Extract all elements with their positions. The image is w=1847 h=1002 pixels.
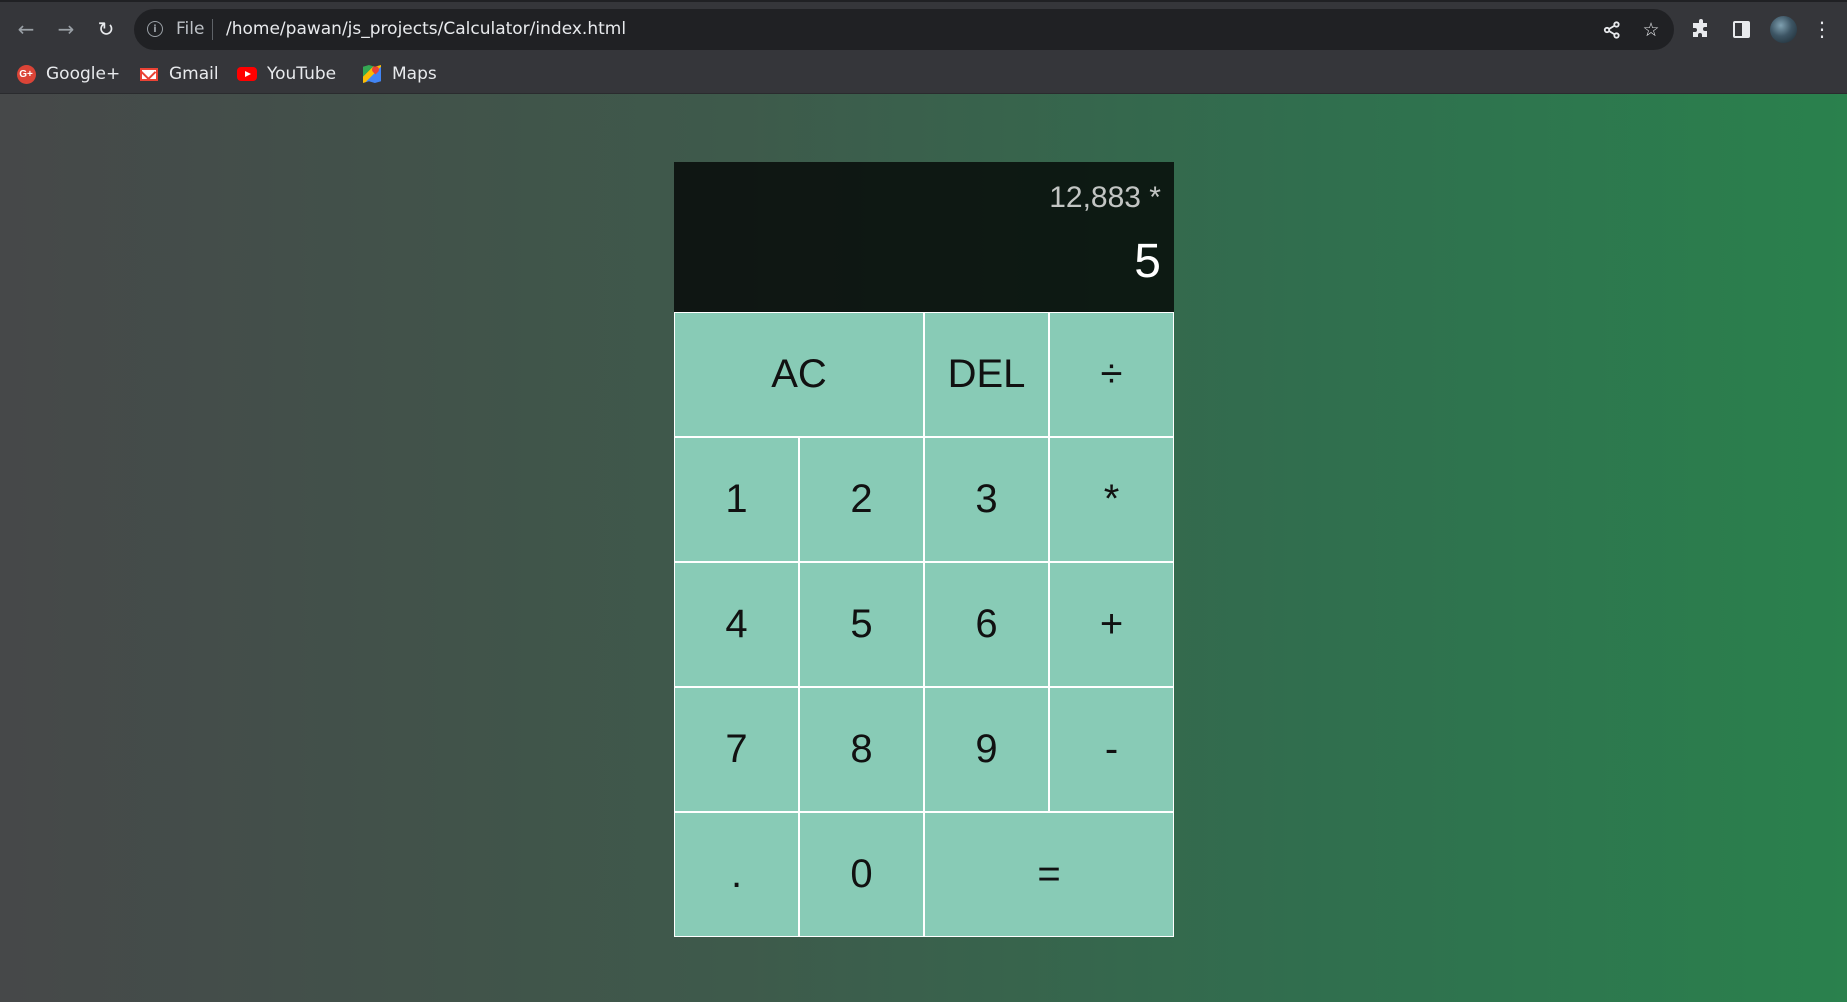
reload-icon[interactable]: ↻: [92, 15, 120, 43]
site-info-icon[interactable]: i: [147, 21, 163, 37]
page-viewport: 12,883 * 5 AC DEL ÷ 1 2 3 * 4 5 6 + 7 8 …: [0, 94, 1847, 1002]
back-arrow-icon[interactable]: ←: [12, 15, 40, 43]
digit-6-button[interactable]: 6: [924, 562, 1049, 687]
url-scheme-label: File: [176, 19, 205, 39]
subtract-button[interactable]: -: [1049, 687, 1174, 812]
bookmarks-bar: G+ Google+ Gmail YouTube Maps: [0, 54, 1847, 94]
bookmark-gmail[interactable]: Gmail: [139, 59, 219, 89]
delete-button[interactable]: DEL: [924, 312, 1049, 437]
digit-7-button[interactable]: 7: [674, 687, 799, 812]
calculator-display: 12,883 * 5: [674, 162, 1174, 312]
gmail-icon: [140, 67, 158, 81]
digit-0-button[interactable]: 0: [799, 812, 924, 937]
bookmark-star-icon[interactable]: ☆: [1638, 17, 1664, 43]
digit-3-button[interactable]: 3: [924, 437, 1049, 562]
all-clear-button[interactable]: AC: [674, 312, 924, 437]
profile-avatar[interactable]: [1770, 16, 1797, 43]
address-bar[interactable]: i File /home/pawan/js_projects/Calculato…: [134, 9, 1674, 50]
divide-button[interactable]: ÷: [1049, 312, 1174, 437]
url-text[interactable]: /home/pawan/js_projects/Calculator/index…: [226, 19, 626, 39]
url-chip-divider: [212, 19, 213, 40]
digit-4-button[interactable]: 4: [674, 562, 799, 687]
calculator: 12,883 * 5 AC DEL ÷ 1 2 3 * 4 5 6 + 7 8 …: [674, 162, 1174, 938]
decimal-point-button[interactable]: .: [674, 812, 799, 937]
bookmark-maps[interactable]: Maps: [362, 59, 437, 89]
digit-5-button[interactable]: 5: [799, 562, 924, 687]
multiply-button[interactable]: *: [1049, 437, 1174, 562]
extensions-puzzle-icon[interactable]: [1687, 15, 1715, 43]
google-plus-icon: G+: [16, 64, 36, 84]
side-panel-icon[interactable]: [1727, 15, 1755, 43]
current-operand: 5: [1134, 234, 1161, 288]
forward-arrow-icon[interactable]: →: [52, 15, 80, 43]
bookmark-youtube[interactable]: YouTube: [237, 59, 336, 89]
maps-icon: [363, 65, 381, 83]
add-button[interactable]: +: [1049, 562, 1174, 687]
digit-9-button[interactable]: 9: [924, 687, 1049, 812]
equals-button[interactable]: =: [924, 812, 1174, 937]
share-icon[interactable]: [1599, 17, 1625, 43]
bookmark-label: Gmail: [169, 64, 219, 84]
bookmark-label: Google+: [46, 64, 121, 84]
bookmark-google-plus[interactable]: G+ Google+: [16, 59, 120, 89]
youtube-icon: [237, 67, 257, 81]
browser-toolbar: ← → ↻ i File /home/pawan/js_projects/Cal…: [0, 0, 1847, 54]
digit-2-button[interactable]: 2: [799, 437, 924, 562]
digit-1-button[interactable]: 1: [674, 437, 799, 562]
bookmark-label: YouTube: [267, 64, 337, 84]
digit-8-button[interactable]: 8: [799, 687, 924, 812]
kebab-menu-icon[interactable]: ⋮: [1808, 15, 1836, 43]
bookmark-label: Maps: [392, 64, 437, 84]
previous-operand: 12,883 *: [1049, 181, 1161, 215]
